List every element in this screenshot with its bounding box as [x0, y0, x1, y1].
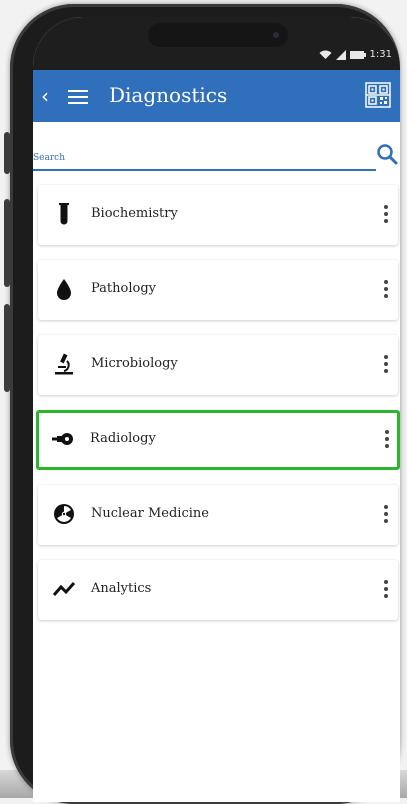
search-underline — [33, 169, 376, 171]
list-item-label: Biochemistry — [91, 206, 178, 221]
more-options-icon[interactable] — [384, 205, 388, 223]
xray-icon — [52, 433, 73, 445]
more-options-icon[interactable] — [384, 355, 388, 373]
search-bar — [33, 139, 400, 171]
camera-dot — [273, 32, 279, 38]
drop-icon — [57, 279, 71, 300]
status-bar: 1:31 — [33, 17, 400, 70]
list-item-radiology[interactable]: Radiology — [36, 410, 400, 470]
side-button — [4, 132, 10, 174]
search-input[interactable] — [33, 149, 353, 167]
back-arrow-icon[interactable]: ‹ — [41, 84, 49, 108]
speaker-notch — [148, 23, 288, 47]
more-options-icon[interactable] — [384, 505, 388, 523]
more-options-icon[interactable] — [384, 280, 388, 298]
test-tube-icon — [59, 203, 69, 225]
list-item-nuclear-medicine[interactable]: Nuclear Medicine — [38, 485, 398, 545]
qr-code-icon[interactable] — [365, 82, 391, 108]
trend-line-icon — [52, 582, 76, 596]
more-options-icon[interactable] — [384, 580, 388, 598]
search-icon[interactable] — [376, 143, 398, 165]
microscope-icon — [55, 353, 73, 375]
phone-frame: 1:31 ‹ Diagnostics Search Biochemistry P… — [4, 4, 400, 804]
page-title: Diagnostics — [109, 83, 228, 107]
battery-icon — [349, 50, 366, 59]
screen: 1:31 ‹ Diagnostics Search Biochemistry P… — [33, 17, 400, 802]
list-item-analytics[interactable]: Analytics — [38, 560, 398, 620]
volume-down-button — [4, 304, 10, 392]
radiation-icon — [54, 504, 74, 524]
list-item-label: Microbiology — [91, 356, 178, 371]
list-item-biochemistry[interactable]: Biochemistry — [38, 185, 398, 245]
hamburger-menu-icon[interactable] — [68, 90, 88, 104]
status-icons: 1:31 — [319, 49, 392, 60]
list-item-pathology[interactable]: Pathology — [38, 260, 398, 320]
more-options-icon[interactable] — [385, 430, 389, 448]
list-item-label: Radiology — [90, 431, 156, 446]
volume-up-button — [4, 199, 10, 287]
status-time: 1:31 — [369, 49, 392, 60]
wifi-icon — [319, 50, 332, 59]
list-item-label: Pathology — [91, 281, 156, 296]
signal-icon — [335, 49, 346, 60]
list-item-label: Nuclear Medicine — [91, 506, 209, 521]
list-item-microbiology[interactable]: Microbiology — [38, 335, 398, 395]
list-item-label: Analytics — [91, 581, 152, 596]
app-bar: ‹ Diagnostics — [33, 70, 400, 122]
